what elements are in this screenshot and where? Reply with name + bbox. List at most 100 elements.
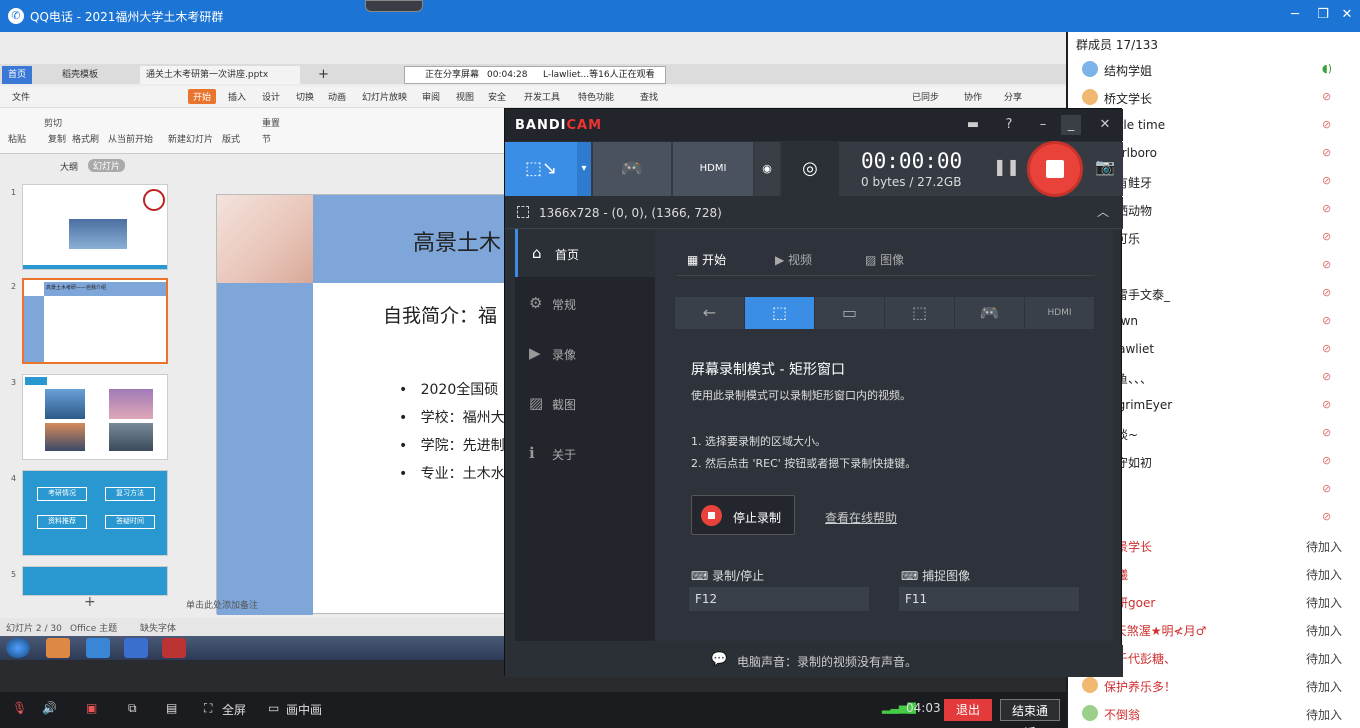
minimize-icon[interactable]: ─ (1286, 6, 1304, 24)
menu-view[interactable]: 视图 (456, 90, 474, 103)
tab-image[interactable]: ▨ 图像 (865, 251, 904, 268)
missing-font[interactable]: 缺失字体 (140, 621, 176, 634)
minimize-icon[interactable]: – (1033, 115, 1053, 135)
outline-tab[interactable]: 大纲 (60, 160, 78, 173)
member-status: 待加入 (1306, 652, 1343, 666)
thumb-photo (69, 219, 127, 249)
pip-icon[interactable]: ▭ (268, 701, 279, 715)
menu-share[interactable]: 分享 (1004, 90, 1022, 103)
maximize-icon[interactable]: ❐ (1314, 6, 1332, 24)
ribbon-reset[interactable]: 重置 (262, 116, 280, 129)
speaker-icon[interactable]: 🔊 (42, 701, 57, 715)
mic-muted-icon: ⊘ (1322, 314, 1332, 327)
slide-thumbnail-3[interactable] (22, 374, 168, 460)
end-call-button[interactable]: 结束通话 (1000, 699, 1060, 728)
collapse-icon[interactable]: ︿ (1097, 203, 1109, 220)
app-icon[interactable] (124, 638, 148, 658)
mic-muted-icon: ⊘ (1322, 510, 1332, 523)
tab-video[interactable]: ▶ 视频 (775, 251, 812, 268)
pip-label[interactable]: 画中画 (286, 701, 322, 718)
fullscreen-icon[interactable]: ▭ (815, 297, 884, 329)
screen-share-icon[interactable]: ⧉ (128, 701, 137, 716)
slide-thumbnail-5[interactable] (22, 566, 168, 596)
hdmi-mode-icon[interactable]: HDMI (673, 142, 753, 196)
menu-search[interactable]: 查找 (640, 90, 658, 103)
nav-screenshot[interactable]: ▨ 截图 (515, 379, 655, 427)
ie-icon[interactable] (86, 638, 110, 658)
new-tab-icon[interactable]: + (312, 66, 335, 84)
bandicam-panel: ▦ 开始 ▶ 视频 ▨ 图像 ← ⬚ ▭ ⬚ 🎮 HDMI 屏幕录制模式 - 矩… (655, 229, 1113, 641)
menu-features[interactable]: 特色功能 (578, 90, 614, 103)
online-help-link[interactable]: 查看在线帮助 (825, 509, 897, 526)
menu-animation[interactable]: 动画 (328, 90, 346, 103)
stop-record-button[interactable]: 停止录制 (691, 495, 795, 535)
webcam-toggle-icon[interactable]: ◉ (755, 142, 779, 196)
share-toolbar-handle[interactable] (365, 0, 423, 12)
tab-home[interactable]: 首页 (2, 66, 33, 84)
ribbon-section[interactable]: 节 (262, 132, 271, 145)
app-icon[interactable] (162, 638, 186, 658)
help-icon[interactable]: ? (999, 115, 1019, 135)
folder-icon[interactable]: ▬ (963, 115, 983, 135)
mouse-area-icon[interactable]: ⬚ (885, 297, 954, 329)
record-size: 0 bytes / 27.2GB (861, 175, 962, 189)
hotkey-record-field[interactable]: F12 (689, 587, 869, 611)
ribbon-new-slide[interactable]: 新建幻灯片 (168, 132, 213, 145)
nav-general[interactable]: ⚙ 常规 (515, 279, 655, 327)
menu-file[interactable]: 文件 (12, 90, 30, 103)
camera-icon[interactable]: 📷 (1095, 157, 1115, 176)
menu-synced[interactable]: 已同步 (912, 90, 939, 103)
menu-slideshow[interactable]: 幻灯片放映 (362, 90, 407, 103)
menu-security[interactable]: 安全 (488, 90, 506, 103)
fullscreen-icon[interactable]: ⛶ (204, 701, 212, 716)
game-mode-icon[interactable]: 🎮 (593, 142, 671, 196)
ribbon-copy[interactable]: 复制 (48, 132, 66, 145)
minimize-tray-icon[interactable]: _ (1061, 115, 1081, 135)
close-icon[interactable]: ✕ (1095, 115, 1115, 135)
rect-window-icon[interactable]: ⬚ (745, 297, 814, 329)
webcam-icon[interactable]: ◎ (781, 142, 839, 196)
tab-templates[interactable]: 稻壳模板 (56, 66, 104, 84)
start-button-icon[interactable] (6, 638, 30, 658)
slide-thumbnail-4[interactable]: 考研情况 复习方法 资料推荐 答疑时间 (22, 470, 168, 556)
menu-review[interactable]: 审阅 (422, 90, 440, 103)
slide-thumbnail-1[interactable] (22, 184, 168, 270)
close-icon[interactable]: ✕ (1338, 6, 1356, 24)
tab-start[interactable]: ▦ 开始 (687, 251, 726, 268)
ribbon-layout[interactable]: 版式 (222, 132, 240, 145)
slides-tab[interactable]: 幻灯片 (88, 159, 126, 172)
comment-icon[interactable]: ▤ (166, 701, 177, 715)
ribbon-format-painter[interactable]: 格式刷 (72, 132, 99, 145)
menu-start[interactable]: 开始 (188, 89, 217, 104)
rec-stop-button[interactable] (1027, 141, 1083, 197)
pause-icon[interactable]: ❚❚ (993, 157, 1020, 176)
rect-mode-icon[interactable]: ⬚↘ (505, 142, 577, 196)
menu-devtools[interactable]: 开发工具 (524, 90, 560, 103)
member-row[interactable]: 结构学姐 ◖) (1068, 56, 1360, 84)
hdmi-icon[interactable]: HDMI (1025, 297, 1094, 329)
hotkey-capture-field[interactable]: F11 (899, 587, 1079, 611)
mode-dropdown-icon[interactable]: ▾ (577, 142, 591, 196)
app-icon[interactable] (46, 638, 70, 658)
nav-about[interactable]: ℹ 关于 (515, 429, 655, 477)
game-icon[interactable]: 🎮 (955, 297, 1024, 329)
tab-document[interactable]: 通关土木考研第一次讲座.pptx (140, 66, 300, 84)
camera-off-icon[interactable]: ▣ (86, 701, 97, 715)
ribbon-cut[interactable]: 剪切 (44, 116, 62, 129)
menu-insert[interactable]: 插入 (228, 90, 246, 103)
quit-button[interactable]: 退出 (944, 699, 992, 721)
member-row[interactable]: 不倒翁 待加入 (1068, 700, 1360, 728)
add-slide-icon[interactable]: + (84, 594, 96, 610)
menu-transition[interactable]: 切换 (296, 90, 314, 103)
slide-thumbnail-2[interactable]: 高景土木考研——自我介绍 (22, 278, 168, 364)
mic-muted-icon[interactable]: 🎙 (12, 701, 27, 715)
menu-collab[interactable]: 协作 (964, 90, 982, 103)
add-note[interactable]: 单击此处添加备注 (186, 598, 258, 611)
back-icon[interactable]: ← (675, 297, 744, 329)
menu-design[interactable]: 设计 (262, 90, 280, 103)
ribbon-from-current[interactable]: 从当前开始 (108, 132, 153, 145)
ribbon-paste[interactable]: 粘贴 (8, 132, 26, 145)
nav-home[interactable]: ⌂ 首页 (515, 229, 655, 277)
nav-video[interactable]: ▶ 录像 (515, 329, 655, 377)
fullscreen-label[interactable]: 全屏 (222, 701, 246, 718)
